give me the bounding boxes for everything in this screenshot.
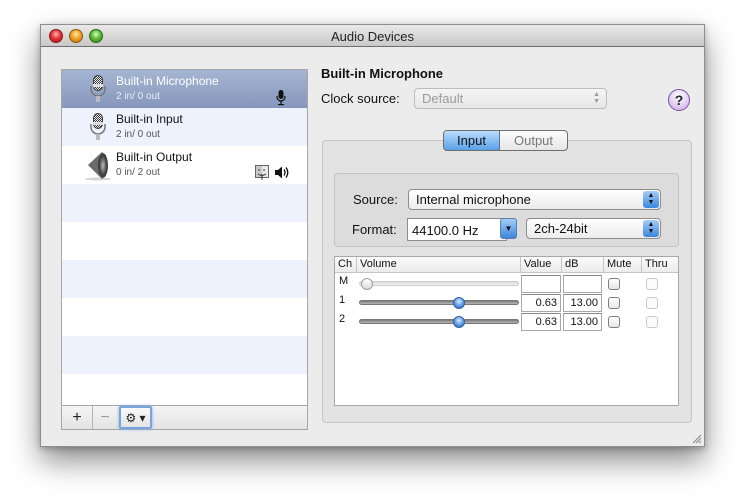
sample-rate-value: 44100.0 Hz — [412, 223, 479, 238]
default-input-mic-icon — [276, 90, 286, 106]
channel-volume-table: Ch Volume Value dB Mute Thru M 1 0.63 13.00… — [334, 256, 679, 406]
column-header-db: dB — [562, 257, 604, 273]
volume-slider-track[interactable] — [359, 300, 519, 305]
clock-source-label: Clock source: — [321, 91, 400, 106]
column-header-value: Value — [521, 257, 562, 273]
volume-slider-track[interactable] — [359, 281, 519, 286]
device-row-built-in-output[interactable]: Built-in Output 0 in/ 2 out — [62, 146, 307, 184]
source-select[interactable]: Internal microphone ▲ ▼ — [408, 189, 661, 210]
empty-row — [62, 298, 307, 336]
mute-checkbox[interactable] — [608, 316, 620, 328]
title-bar[interactable]: Audio Devices — [41, 25, 704, 47]
clock-source-select[interactable]: Default ▲ ▼ — [414, 88, 607, 109]
device-io: 0 in/ 2 out — [116, 167, 160, 178]
device-list-toolbar: + − ⚙ ▾ — [62, 405, 307, 429]
device-row-built-in-microphone[interactable]: Built-in Microphone 2 in/ 0 out — [62, 70, 307, 108]
device-row-built-in-input[interactable]: Built-in Input 2 in/ 0 out — [62, 108, 307, 146]
device-name: Built-in Microphone — [116, 74, 219, 88]
clock-source-value: Default — [422, 91, 464, 106]
empty-row — [62, 374, 307, 406]
source-format-group: Source: Internal microphone ▲ ▼ Format: 4… — [334, 173, 679, 247]
device-name: Built-in Output — [116, 150, 193, 164]
source-label: Source: — [353, 192, 398, 207]
volume-value-field[interactable]: 0.63 — [521, 313, 561, 331]
device-title: Built-in Microphone — [321, 66, 444, 81]
speaker-icon — [85, 152, 111, 181]
empty-row — [62, 260, 307, 298]
device-name: Built-in Input — [116, 112, 183, 126]
add-device-button[interactable]: + — [62, 406, 93, 429]
column-header-thru: Thru — [645, 258, 668, 270]
device-io: 2 in/ 0 out — [116, 91, 160, 102]
bit-format-select[interactable]: 2ch-24bit ▲ ▼ — [526, 218, 661, 239]
gear-icon: ⚙ ▾ — [125, 410, 146, 425]
updown-arrows-icon: ▲ ▼ — [643, 220, 659, 237]
resize-grip-icon[interactable] — [690, 432, 702, 444]
db-value-field[interactable] — [563, 275, 602, 293]
empty-row — [62, 222, 307, 260]
input-output-tabs: Input Output — [443, 130, 568, 151]
volume-slider-knob[interactable] — [452, 316, 465, 328]
thru-checkbox[interactable] — [646, 316, 658, 328]
sample-rate-dropdown-button[interactable]: ▼ — [500, 218, 517, 239]
microphone-icon — [90, 75, 106, 102]
mute-checkbox[interactable] — [608, 278, 620, 290]
sample-rate-field[interactable]: 44100.0 Hz — [407, 218, 507, 241]
table-header: Ch Volume Value dB Mute Thru — [335, 257, 678, 273]
microphone-icon — [90, 113, 106, 140]
volume-value-field[interactable] — [521, 275, 561, 293]
finder-system-output-icon — [255, 165, 269, 180]
audio-devices-window: Audio Devices Built-in Microphone 2 in/ … — [40, 24, 705, 447]
volume-slider-knob[interactable] — [361, 278, 373, 290]
channel-label: M — [339, 275, 349, 287]
device-io: 2 in/ 0 out — [116, 129, 160, 140]
format-label: Format: — [352, 222, 397, 237]
volume-slider-track[interactable] — [359, 319, 519, 324]
empty-row — [62, 336, 307, 374]
channel-label: 1 — [339, 294, 346, 306]
thru-checkbox[interactable] — [646, 278, 658, 290]
updown-arrows-icon: ▲ ▼ — [643, 191, 659, 208]
volume-value-field[interactable]: 0.63 — [521, 294, 561, 312]
source-value: Internal microphone — [416, 192, 531, 207]
thru-checkbox[interactable] — [646, 297, 658, 309]
db-value-field[interactable]: 13.00 — [563, 313, 602, 331]
mute-checkbox[interactable] — [608, 297, 620, 309]
empty-row — [62, 184, 307, 222]
column-header-mute: Mute — [604, 257, 642, 273]
bit-format-value: 2ch-24bit — [534, 221, 588, 236]
tab-input[interactable]: Input — [444, 131, 500, 150]
device-list: Built-in Microphone 2 in/ 0 out Built-in… — [61, 69, 308, 430]
volume-slider-knob[interactable] — [452, 297, 465, 309]
column-header-volume: Volume — [357, 257, 521, 273]
tab-output[interactable]: Output — [500, 131, 567, 150]
help-button[interactable]: ? — [668, 89, 690, 111]
window-title: Audio Devices — [330, 29, 415, 44]
column-header-ch: Ch — [335, 257, 357, 273]
db-value-field[interactable]: 13.00 — [563, 294, 602, 312]
speaker-output-icon — [275, 166, 289, 179]
gear-menu-button[interactable]: ⚙ ▾ — [119, 406, 152, 429]
remove-device-button[interactable]: − — [93, 406, 117, 429]
channel-label: 2 — [339, 313, 346, 325]
updown-arrows-icon: ▲ ▼ — [593, 91, 600, 105]
